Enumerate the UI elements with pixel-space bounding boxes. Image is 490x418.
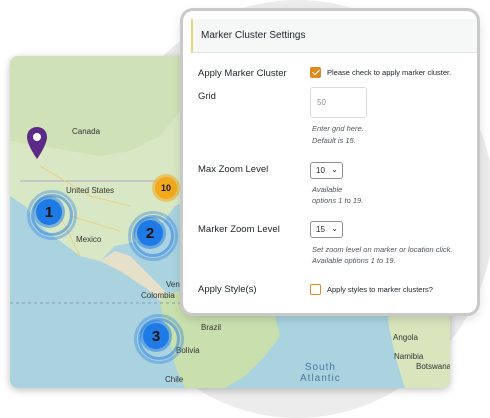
cluster-count: 3: [143, 323, 169, 349]
marker-zoom-level-label: Marker Zoom Level: [198, 224, 280, 235]
map-label-brazil: Brazil: [201, 323, 222, 332]
apply-marker-cluster-checkbox[interactable]: [310, 67, 321, 78]
cluster-count: 2: [137, 220, 163, 246]
map-label-south-atlantic: South Atlantic: [300, 362, 341, 384]
max-zoom-level-select[interactable]: 10 ⌄: [310, 162, 343, 179]
apply-marker-cluster-label: Apply Marker Cluster: [198, 68, 287, 79]
map-label-colombia: Colombia: [141, 291, 175, 300]
map-label-mexico: Mexico: [76, 235, 102, 244]
max-zoom-level-label: Max Zoom Level: [198, 164, 269, 175]
max-zoom-hint: Available: [312, 185, 343, 194]
map-label-united-states: United States: [66, 186, 115, 195]
max-zoom-options-hint: options 1 to 19.: [312, 196, 364, 205]
cluster-marker[interactable]: 3: [131, 311, 184, 364]
map-label-venezuela: Vene: [166, 280, 185, 289]
map-label-botswana: Botswana: [416, 362, 450, 371]
map-pin-icon[interactable]: [26, 126, 48, 160]
grid-default-hint: Default is 15.: [312, 136, 356, 145]
apply-styles-text: Apply styles to marker clusters?: [327, 285, 433, 294]
max-zoom-level-value: 10: [316, 166, 325, 175]
cluster-count: 10: [155, 177, 177, 199]
grid-input[interactable]: 50: [310, 87, 367, 118]
cluster-marker-large[interactable]: 10: [151, 173, 181, 203]
chevron-down-icon: ⌄: [331, 165, 338, 174]
map-label-canada: Canada: [72, 127, 101, 136]
cluster-marker[interactable]: 1: [24, 187, 77, 240]
map-label-namibia: Namibia: [394, 352, 424, 361]
chevron-down-icon: ⌄: [331, 224, 338, 233]
apply-marker-cluster-text: Please check to apply marker cluster.: [327, 68, 452, 77]
map-label-angola: Angola: [393, 333, 418, 342]
apply-styles-label: Apply Style(s): [198, 284, 257, 295]
cluster-marker[interactable]: 2: [125, 208, 178, 261]
marker-zoom-hint: Set zoom level on marker or location cli…: [312, 245, 453, 254]
panel-title: Marker Cluster Settings: [191, 19, 477, 53]
cluster-count: 1: [36, 199, 62, 225]
map-label-chile: Chile: [165, 375, 184, 384]
grid-hint: Enter grid here.: [312, 124, 364, 133]
marker-zoom-options-hint: Available options 1 to 19.: [312, 256, 396, 265]
marker-zoom-level-select[interactable]: 15 ⌄: [310, 221, 343, 238]
apply-styles-checkbox[interactable]: [310, 284, 321, 295]
marker-zoom-level-value: 15: [316, 225, 325, 234]
grid-label: Grid: [198, 91, 216, 102]
marker-cluster-settings-panel: Marker Cluster Settings Apply Marker Clu…: [183, 11, 477, 313]
